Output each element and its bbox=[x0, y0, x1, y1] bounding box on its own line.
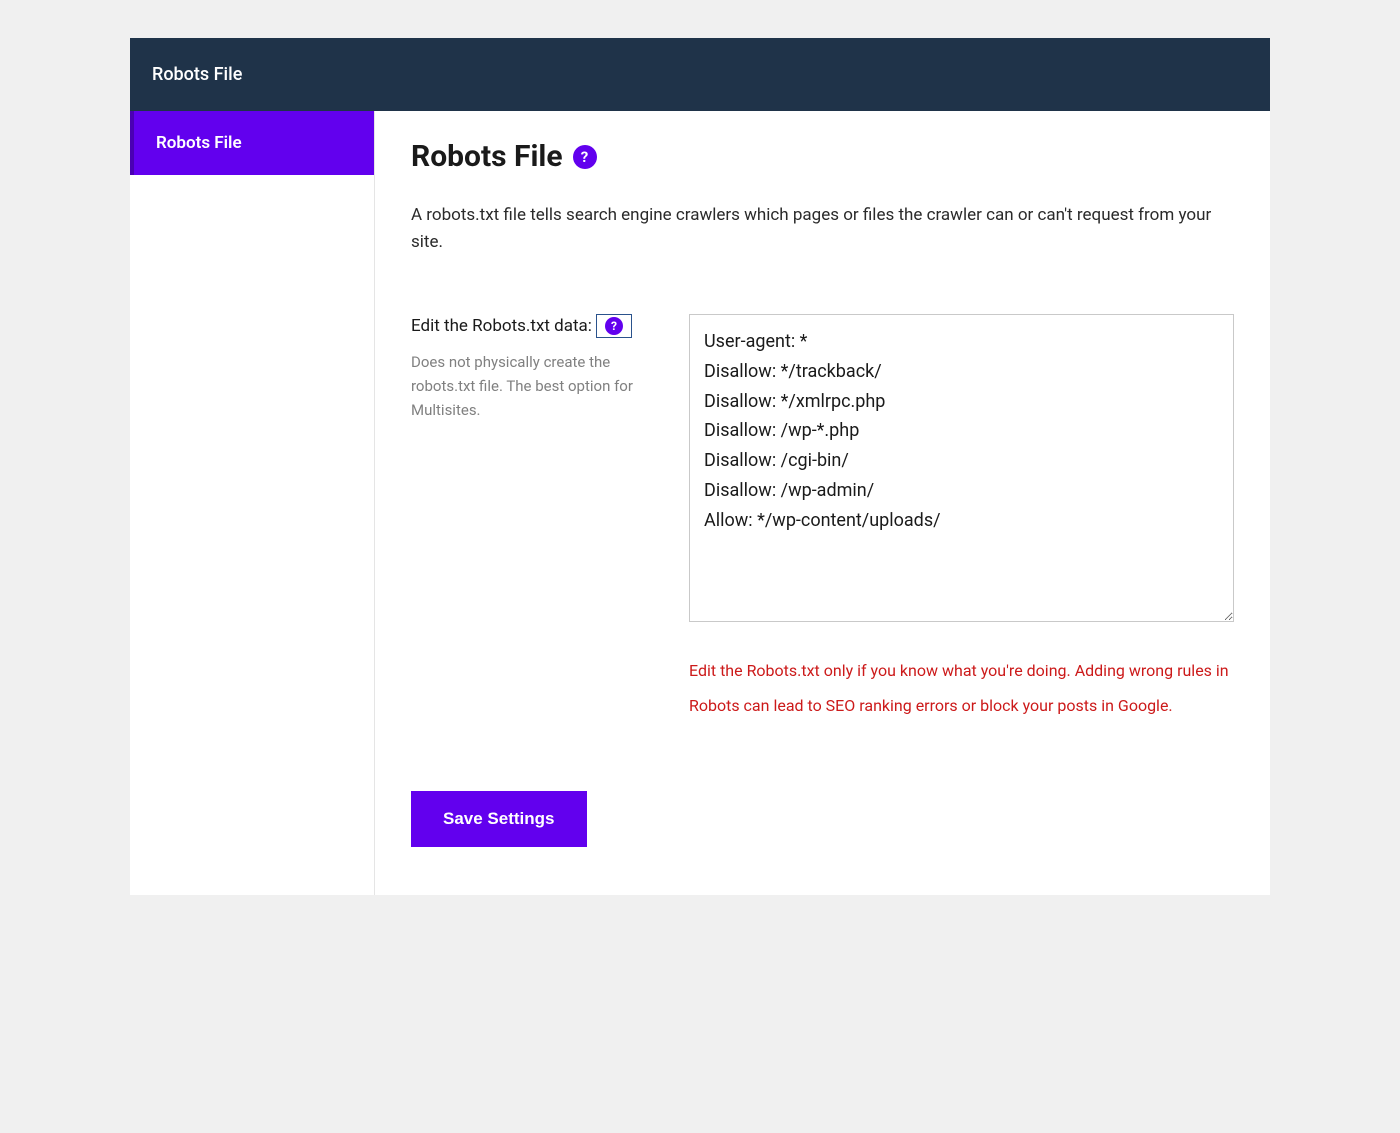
panel-body: Robots File Robots File ? A robots.txt f… bbox=[130, 111, 1270, 895]
page-title: Robots File bbox=[411, 139, 563, 174]
setting-help-button[interactable]: ? bbox=[596, 314, 632, 338]
setting-hint: Does not physically create the robots.tx… bbox=[411, 350, 661, 422]
setting-right: Edit the Robots.txt only if you know wha… bbox=[689, 314, 1234, 723]
setting-row: Edit the Robots.txt data: ? Does not phy… bbox=[411, 314, 1234, 723]
sidebar: Robots File bbox=[130, 111, 375, 895]
setting-left: Edit the Robots.txt data: ? Does not phy… bbox=[411, 314, 661, 422]
help-icon: ? bbox=[605, 317, 623, 335]
robots-textarea[interactable] bbox=[689, 314, 1234, 622]
page-description: A robots.txt file tells search engine cr… bbox=[411, 202, 1231, 256]
content-area: Robots File ? A robots.txt file tells se… bbox=[375, 111, 1270, 895]
page-title-row: Robots File ? bbox=[411, 139, 1234, 174]
warning-text: Edit the Robots.txt only if you know wha… bbox=[689, 654, 1234, 723]
settings-panel: Robots File Robots File Robots File ? A … bbox=[130, 38, 1270, 895]
help-icon[interactable]: ? bbox=[573, 145, 597, 169]
sidebar-item-robots-file[interactable]: Robots File bbox=[130, 111, 374, 175]
sidebar-item-label: Robots File bbox=[156, 133, 242, 153]
setting-label-row: Edit the Robots.txt data: ? bbox=[411, 314, 661, 338]
save-settings-button[interactable]: Save Settings bbox=[411, 791, 587, 847]
header-title: Robots File bbox=[152, 64, 242, 85]
header-bar: Robots File bbox=[130, 38, 1270, 111]
setting-label: Edit the Robots.txt data: bbox=[411, 316, 592, 336]
